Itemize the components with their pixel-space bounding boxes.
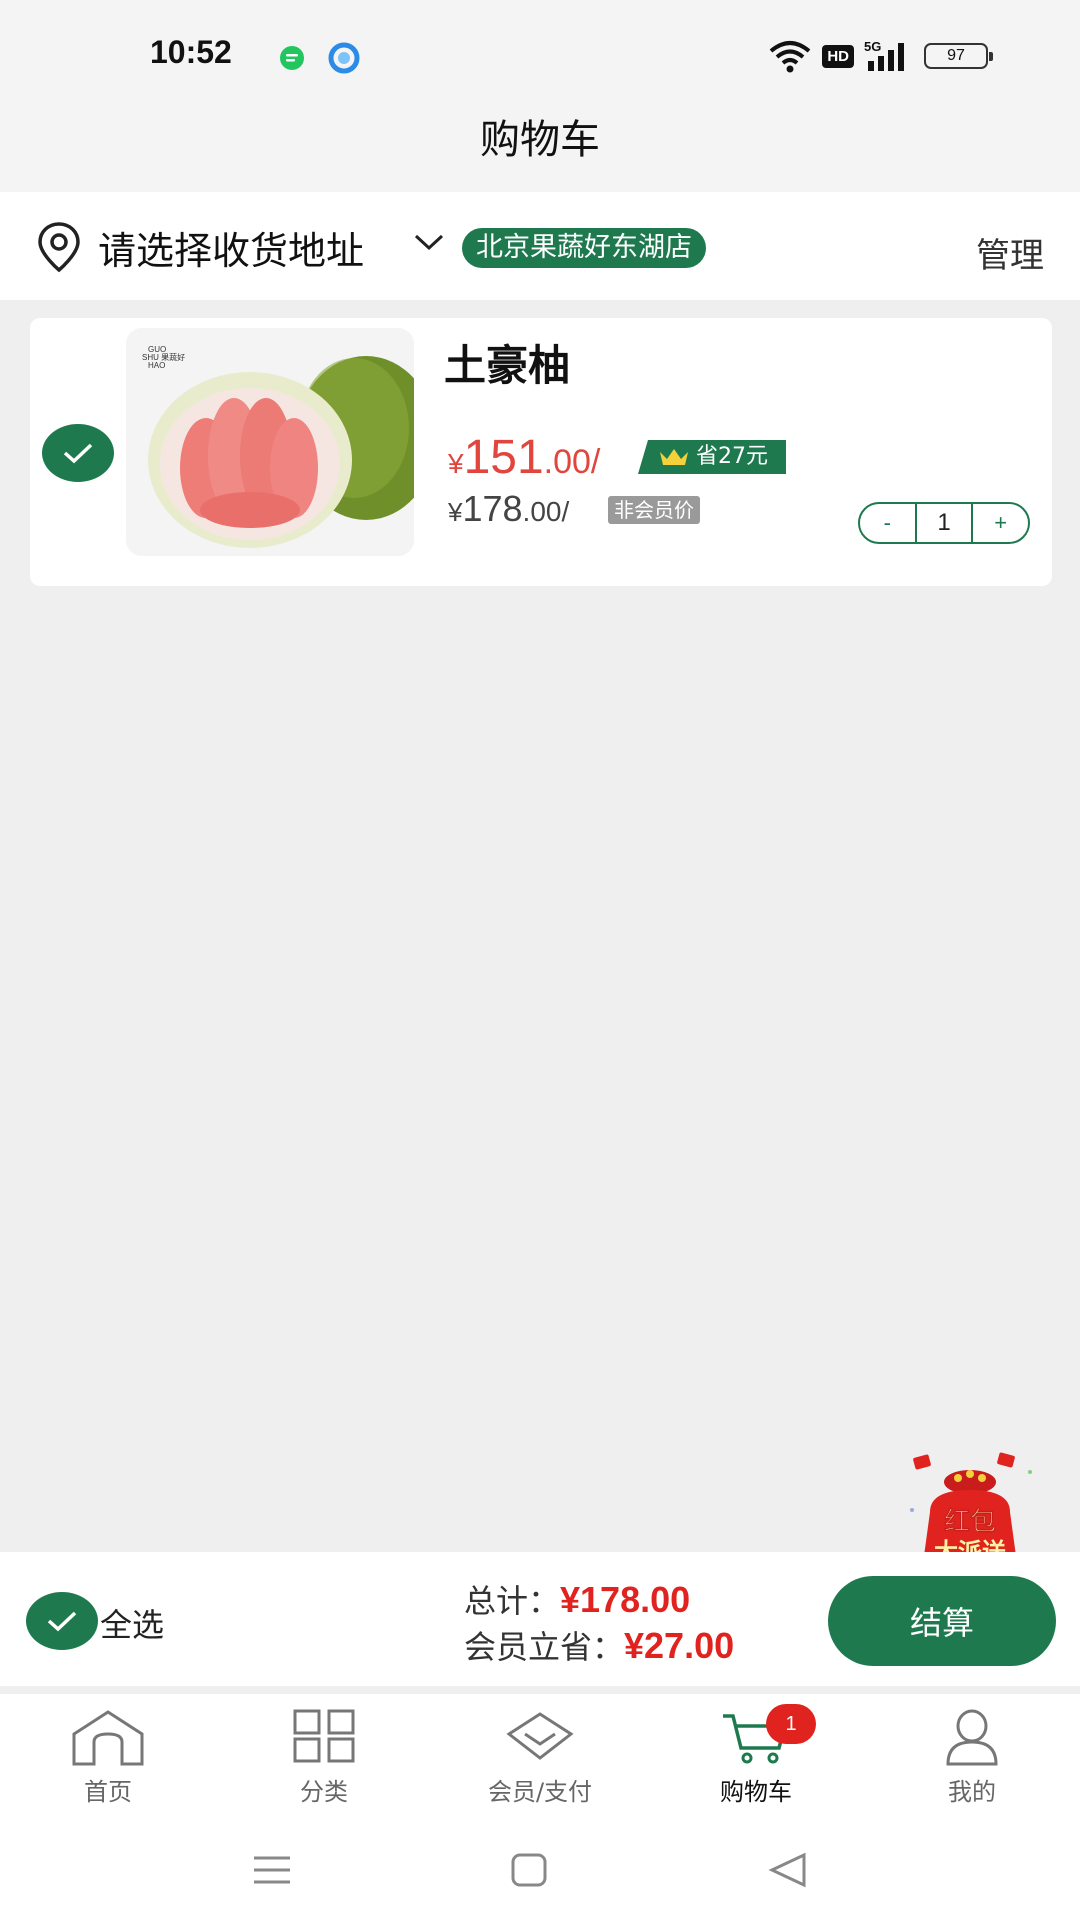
signal-5g-icon: 5G [864,39,904,71]
quantity-decrease-button[interactable]: - [860,504,915,542]
tab-home[interactable]: 首页 [0,1694,216,1824]
save-badge: 省27元 [638,440,786,474]
chevron-down-icon[interactable] [412,230,446,254]
tab-category[interactable]: 分类 [216,1694,432,1824]
member-save-amount: ¥27.00 [624,1625,735,1666]
member-save-line: 会员立省：¥27.00 [464,1622,734,1668]
bottom-tab-bar: 首页 分类 会员/支付 1 购物车 我的 [0,1694,1080,1824]
quantity-value[interactable]: 1 [914,504,974,542]
address-bar[interactable]: 请选择收货地址 北京果蔬好东湖店 管理 [0,192,1080,300]
store-badge[interactable]: 北京果蔬好东湖店 [462,228,706,268]
back-triangle-icon[interactable] [768,1852,808,1888]
check-icon [47,1611,77,1632]
checkout-bar: 全选 总计：¥178.00 会员立省：¥27.00 结算 [0,1552,1080,1686]
status-icons: HD 5G 97 [768,36,993,76]
battery-level: 97 [947,47,965,64]
product-image[interactable]: GUO SHU 果蔬好 HAO [126,328,414,556]
tab-label: 购物车 [720,1778,792,1806]
home-square-icon[interactable] [510,1852,548,1888]
redpacket-line-1: 红包 [944,1506,996,1537]
tab-label: 首页 [84,1778,132,1806]
total-line: 总计：¥178.00 [464,1576,690,1622]
svg-text:5G: 5G [864,39,881,54]
status-bar: 10:52 HD 5G 97 [0,0,1080,108]
select-all-label[interactable]: 全选 [100,1600,164,1646]
quantity-increase-button[interactable]: + [973,504,1028,542]
check-icon [63,443,93,464]
hd-badge: HD [822,44,854,68]
manage-button[interactable]: 管理 [976,228,1044,277]
item-select-checkbox[interactable] [42,424,114,482]
original-price: ¥178.00/ [448,488,570,529]
total-label: 总计： [464,1582,561,1620]
tab-profile[interactable]: 我的 [864,1694,1080,1824]
menu-icon[interactable] [252,1854,292,1886]
cart-count-badge: 1 [766,1704,816,1744]
page-title: 购物车 [480,117,600,163]
category-grid-icon [293,1709,355,1763]
diamond-icon [506,1712,574,1760]
pomelo-illustration: GUO SHU 果蔬好 HAO [126,328,414,556]
tab-cart[interactable]: 1 购物车 [648,1694,864,1824]
tab-label: 会员/支付 [487,1778,593,1806]
address-select-prompt[interactable]: 请选择收货地址 [98,220,364,275]
total-amount: ¥178.00 [560,1579,691,1620]
quantity-stepper: - 1 + [858,502,1030,544]
select-all-checkbox[interactable] [26,1592,98,1650]
battery-indicator: 97 [924,43,993,69]
tab-label: 我的 [948,1778,996,1806]
title-bar: 购物车 [0,108,1080,192]
system-nav-bar [0,1824,1080,1920]
crown-icon [660,449,688,465]
tab-member-pay[interactable]: 会员/支付 [432,1694,648,1824]
app-notification-icon [328,42,360,74]
product-name[interactable]: 土豪柚 [444,332,570,393]
user-icon [946,1709,998,1766]
checkout-button[interactable]: 结算 [828,1576,1056,1666]
location-pin-icon [38,222,80,273]
cart-item-card: GUO SHU 果蔬好 HAO 土豪柚 ¥151.00/ 省27元 ¥178.0… [30,318,1052,586]
member-save-label: 会员立省： [464,1628,625,1666]
svg-text:HAO: HAO [148,361,165,370]
home-icon [72,1710,144,1766]
nonmember-price-badge: 非会员价 [608,496,700,524]
message-notification-icon [280,46,304,70]
member-price: ¥151.00/ [448,431,601,484]
tab-label: 分类 [300,1778,348,1806]
status-time: 10:52 [150,34,232,70]
wifi-icon [770,41,811,73]
